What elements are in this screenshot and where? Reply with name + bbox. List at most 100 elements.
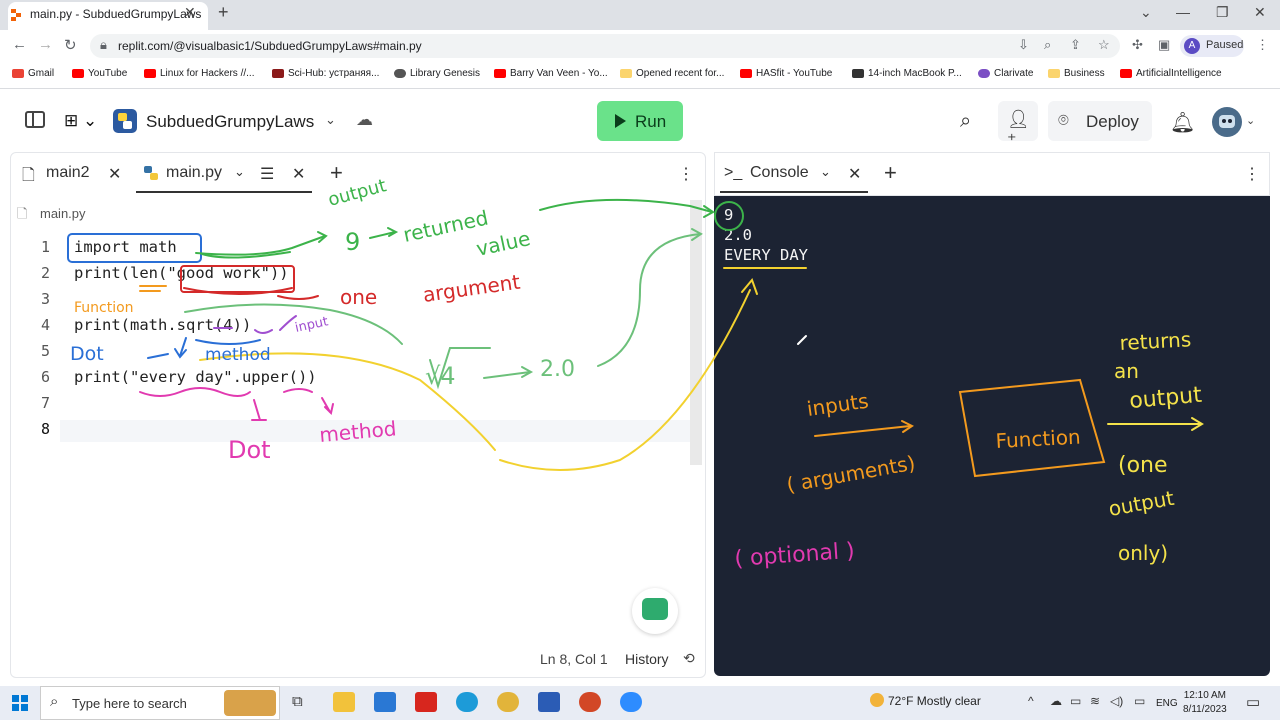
taskbar-clock[interactable]: 12:10 AM 8/11/2023 xyxy=(1183,689,1227,717)
search-icon[interactable]: ⌕ xyxy=(960,110,971,133)
user-avatar[interactable] xyxy=(1212,107,1242,137)
menu-dots-icon[interactable]: ⋮ xyxy=(678,164,694,184)
add-user-icon: 👤︎⁺ xyxy=(1007,109,1030,150)
chevron-down-icon[interactable]: ⌄ xyxy=(1246,114,1255,127)
lock-icon[interactable]: 🔒︎ xyxy=(100,37,107,53)
console-pane[interactable] xyxy=(714,152,1270,676)
chrome-icon[interactable] xyxy=(497,692,519,712)
editor-scrollbar[interactable] xyxy=(690,200,702,465)
invite-button[interactable]: 👤︎⁺ xyxy=(998,101,1038,150)
bookmark-ai[interactable]: ArtificialIntelligence xyxy=(1120,68,1222,79)
back-icon[interactable]: ← xyxy=(12,36,27,53)
share-icon[interactable]: ⇪ xyxy=(1070,37,1081,53)
forward-icon[interactable]: → xyxy=(38,36,53,53)
tab-main-py[interactable]: main.py xyxy=(166,164,222,182)
bookmark-opened-recent[interactable]: Opened recent for... xyxy=(620,68,724,79)
menu-dots-icon[interactable]: ⋮ xyxy=(1256,37,1269,53)
bookmark-hasfit[interactable]: HASfit - YouTube xyxy=(740,68,832,79)
repl-name[interactable]: SubduedGrumpyLaws xyxy=(146,112,314,132)
profile-chip[interactable]: A Paused xyxy=(1180,35,1244,57)
line-number: 2 xyxy=(40,264,50,282)
bookmark-label: HASfit - YouTube xyxy=(756,68,833,79)
restore-icon[interactable]: ❐ xyxy=(1216,4,1229,21)
chevron-down-icon[interactable]: ⌄ xyxy=(234,164,245,180)
bookmark-business[interactable]: Business xyxy=(1048,68,1105,79)
bookmark-gmail[interactable]: Gmail xyxy=(12,68,54,79)
bookmark-clarivate[interactable]: Clarivate xyxy=(978,68,1033,79)
volume-icon[interactable]: ◁) xyxy=(1110,694,1123,708)
new-tab-icon[interactable]: + xyxy=(218,2,229,23)
close-tab-icon[interactable]: ✕ xyxy=(848,164,861,184)
active-tab-indicator xyxy=(136,191,312,193)
breadcrumb[interactable]: main.py xyxy=(40,206,86,221)
bookmark-youtube[interactable]: YouTube xyxy=(72,68,127,79)
onedrive-icon[interactable]: ☁︎ xyxy=(1050,694,1062,708)
close-tab-icon[interactable]: ✕ xyxy=(108,164,121,184)
task-view-icon[interactable]: ⧉ xyxy=(292,693,303,710)
bookmark-libgen[interactable]: Library Genesis xyxy=(394,68,480,79)
bookmark-star-icon[interactable]: ☆ xyxy=(1098,37,1110,53)
add-tab-icon[interactable]: + xyxy=(884,160,897,186)
zoom-icon[interactable]: ⌕ xyxy=(1044,37,1051,53)
edge-icon[interactable] xyxy=(456,692,478,712)
tray-chevron-icon[interactable]: ^ xyxy=(1028,694,1034,708)
bookmark-macbook[interactable]: 14-inch MacBook P... xyxy=(852,68,962,79)
code-line[interactable]: import math xyxy=(74,238,177,256)
tab-console[interactable]: Console xyxy=(750,164,809,182)
profile-avatar: A xyxy=(1184,38,1200,54)
zoom-icon[interactable] xyxy=(620,692,642,712)
network-icon[interactable]: ▭ xyxy=(1070,694,1081,708)
notifications-bell-icon[interactable]: 🔔︎ xyxy=(1170,110,1195,135)
outline-icon[interactable]: ☰ xyxy=(260,164,274,184)
add-tab-icon[interactable]: + xyxy=(330,160,343,186)
tab-main2[interactable]: main2 xyxy=(46,164,90,182)
chevron-down-icon[interactable]: ⌄ xyxy=(325,112,336,128)
bookmark-linux[interactable]: Linux for Hackers //... xyxy=(144,68,254,79)
bookmark-label: Opened recent for... xyxy=(636,68,725,79)
history-button[interactable]: History xyxy=(625,651,669,667)
deploy-button[interactable]: ⌾ Deploy xyxy=(1048,101,1152,141)
run-button[interactable]: Run xyxy=(597,101,683,141)
bookmark-scihub[interactable]: Sci-Hub: устраняя... xyxy=(272,68,379,79)
wifi-icon[interactable]: ≋ xyxy=(1090,694,1100,708)
globe-icon xyxy=(394,69,406,78)
extensions-icon[interactable]: ✣ xyxy=(1132,37,1143,53)
editor-pane xyxy=(10,152,706,678)
clock-date: 8/11/2023 xyxy=(1183,704,1227,715)
bookmark-barry[interactable]: Barry Van Veen - Yo... xyxy=(494,68,608,79)
history-icon[interactable]: ⟲ xyxy=(683,650,695,667)
line-number: 7 xyxy=(40,394,50,412)
chevron-down-icon[interactable]: ⌄ xyxy=(820,164,831,180)
install-icon[interactable]: ⇩ xyxy=(1018,37,1029,53)
code-line[interactable]: print("every day".upper()) xyxy=(74,368,317,386)
close-tab-icon[interactable]: ✕ xyxy=(292,164,305,184)
code-line[interactable]: print(math.sqrt(4)) xyxy=(74,316,251,334)
code-line[interactable]: print(len("good work")) xyxy=(74,264,289,282)
language-indicator[interactable]: ENG xyxy=(1156,698,1178,709)
chevron-down-icon[interactable]: ⌄ xyxy=(1140,4,1152,21)
battery-icon[interactable]: ▭ xyxy=(1134,694,1145,708)
file-icon: 🗋︎ xyxy=(22,167,35,184)
sidepanel-icon[interactable]: ▣ xyxy=(1158,37,1170,53)
menu-dots-icon[interactable]: ⋮ xyxy=(1244,164,1260,184)
sidebar-toggle-icon[interactable] xyxy=(25,111,45,128)
close-tab-icon[interactable]: ✕ xyxy=(184,4,196,21)
word-icon[interactable] xyxy=(538,692,560,712)
close-window-icon[interactable]: ✕ xyxy=(1254,4,1266,21)
youtube-icon xyxy=(144,69,156,78)
weather-status[interactable]: 72°F Mostly clear xyxy=(888,694,981,708)
acrobat-icon[interactable] xyxy=(415,692,437,712)
taskbar-search-placeholder: Type here to search xyxy=(72,696,187,711)
windows-start-icon[interactable] xyxy=(12,695,28,711)
file-explorer-icon[interactable] xyxy=(333,692,355,712)
powerpoint-icon[interactable] xyxy=(579,692,601,712)
reload-icon[interactable]: ↻ xyxy=(64,36,77,54)
mail-icon[interactable] xyxy=(374,692,396,712)
notifications-icon[interactable]: ▭ xyxy=(1246,693,1260,711)
minimize-icon[interactable]: — xyxy=(1176,4,1190,20)
ai-assistant-button[interactable] xyxy=(632,588,678,634)
bookmark-label: Gmail xyxy=(28,68,55,79)
replit-menu-icon[interactable]: ⊞ ⌄ xyxy=(64,111,97,131)
folder-icon xyxy=(1048,69,1060,78)
cloud-sync-icon[interactable]: ☁︎ xyxy=(356,110,373,130)
